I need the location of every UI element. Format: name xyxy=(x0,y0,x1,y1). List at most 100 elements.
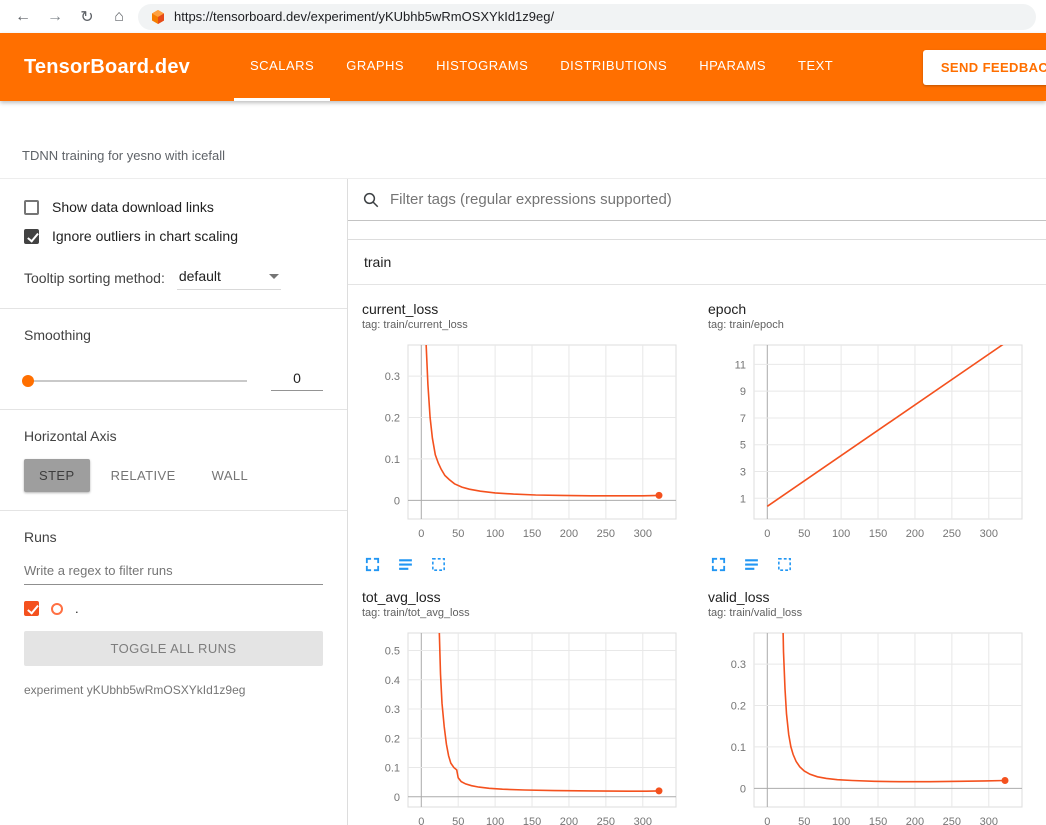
svg-text:50: 50 xyxy=(798,816,810,825)
svg-text:0.3: 0.3 xyxy=(385,371,400,383)
run-row[interactable]: . xyxy=(24,601,323,616)
expand-chart-icon[interactable] xyxy=(364,556,381,573)
chart-toolbar xyxy=(708,550,1026,579)
svg-text:0: 0 xyxy=(394,792,400,804)
tag-group-train: train current_losstag: train/current_los… xyxy=(348,239,1046,825)
browser-toolbar: ← → ↻ ⌂ https://tensorboard.dev/experime… xyxy=(0,0,1046,33)
fit-domain-icon[interactable] xyxy=(430,556,447,573)
run-color-swatch xyxy=(51,603,63,615)
smoothing-slider[interactable] xyxy=(24,380,247,382)
forward-icon[interactable]: → xyxy=(42,8,68,26)
svg-text:300: 300 xyxy=(980,528,998,540)
svg-text:150: 150 xyxy=(523,528,541,540)
axis-button-wall[interactable]: WALL xyxy=(197,459,264,492)
svg-text:100: 100 xyxy=(832,816,850,825)
show-download-links-checkbox-row[interactable]: Show data download links xyxy=(24,199,323,215)
ignore-outliers-checkbox[interactable] xyxy=(24,229,39,244)
toggle-all-runs-button[interactable]: TOGGLE ALL RUNS xyxy=(24,631,323,666)
svg-text:0.2: 0.2 xyxy=(385,733,400,745)
sidebar-divider xyxy=(0,409,347,410)
tab-graphs[interactable]: GRAPHS xyxy=(330,33,420,101)
chart-card-epoch: epochtag: train/epoch0501001502002503001… xyxy=(708,301,1026,579)
show-download-links-label: Show data download links xyxy=(52,199,214,215)
svg-text:150: 150 xyxy=(523,816,541,825)
chart-grid: current_losstag: train/current_loss05010… xyxy=(348,285,1046,825)
tab-hparams[interactable]: HPARAMS xyxy=(683,33,782,101)
svg-text:200: 200 xyxy=(906,816,924,825)
svg-text:0.2: 0.2 xyxy=(385,413,400,425)
app-header: TensorBoard.dev SCALARSGRAPHSHISTOGRAMSD… xyxy=(0,33,1046,101)
svg-text:50: 50 xyxy=(452,816,464,825)
axis-button-relative[interactable]: RELATIVE xyxy=(96,459,191,492)
svg-text:11: 11 xyxy=(735,359,746,371)
svg-text:200: 200 xyxy=(560,528,578,540)
tag-group-header[interactable]: train xyxy=(348,240,1046,285)
chart-plot-valid_loss[interactable]: 05010015020025030000.10.20.3 xyxy=(708,627,1026,825)
runs-filter-input[interactable] xyxy=(24,557,323,585)
chart-tag: tag: train/tot_avg_loss xyxy=(362,607,680,619)
show-download-links-checkbox[interactable] xyxy=(24,200,39,215)
svg-text:0: 0 xyxy=(418,528,424,540)
main-panel: train current_losstag: train/current_los… xyxy=(348,179,1046,825)
nav-tabs: SCALARSGRAPHSHISTOGRAMSDISTRIBUTIONSHPAR… xyxy=(234,33,849,101)
svg-text:100: 100 xyxy=(486,816,504,825)
svg-text:0: 0 xyxy=(418,816,424,825)
tensorboard-logo: TensorBoard.dev xyxy=(0,56,190,79)
content: Show data download links Ignore outliers… xyxy=(0,179,1046,825)
fit-domain-icon[interactable] xyxy=(776,556,793,573)
svg-text:200: 200 xyxy=(906,528,924,540)
tab-text[interactable]: TEXT xyxy=(782,33,849,101)
address-bar[interactable]: https://tensorboard.dev/experiment/yKUbh… xyxy=(138,4,1036,30)
chart-plot-tot_avg_loss[interactable]: 05010015020025030000.10.20.30.40.5 xyxy=(362,627,680,825)
search-icon xyxy=(362,191,380,209)
url-text: https://tensorboard.dev/experiment/yKUbh… xyxy=(174,9,554,24)
tab-distributions[interactable]: DISTRIBUTIONS xyxy=(544,33,683,101)
chart-tag: tag: train/current_loss xyxy=(362,319,680,331)
experiment-title-bar: TDNN training for yesno with icefall xyxy=(0,101,1046,179)
svg-text:50: 50 xyxy=(798,528,810,540)
run-label: . xyxy=(75,601,79,616)
expand-chart-icon[interactable] xyxy=(710,556,727,573)
chart-plot-current_loss[interactable]: 05010015020025030000.10.20.3 xyxy=(362,339,680,550)
tag-filter-input[interactable] xyxy=(390,191,1032,208)
chevron-down-icon xyxy=(269,274,279,279)
svg-text:250: 250 xyxy=(597,816,615,825)
svg-text:0.1: 0.1 xyxy=(385,763,400,775)
svg-text:0.4: 0.4 xyxy=(385,675,400,687)
chart-title: epoch xyxy=(708,301,1026,317)
svg-text:7: 7 xyxy=(740,413,746,425)
tab-histograms[interactable]: HISTOGRAMS xyxy=(420,33,544,101)
chart-card-valid_loss: valid_losstag: train/valid_loss050100150… xyxy=(708,589,1026,825)
runs-label: Runs xyxy=(24,529,323,545)
chart-plot-epoch[interactable]: 0501001502002503001357911 xyxy=(708,339,1026,550)
svg-text:0: 0 xyxy=(764,816,770,825)
svg-text:9: 9 xyxy=(740,386,746,398)
reload-icon[interactable]: ↻ xyxy=(74,7,100,27)
svg-text:200: 200 xyxy=(560,816,578,825)
svg-text:100: 100 xyxy=(486,528,504,540)
svg-text:0.1: 0.1 xyxy=(731,742,746,754)
toggle-y-axis-icon[interactable] xyxy=(743,556,760,573)
send-feedback-button[interactable]: SEND FEEDBACK xyxy=(923,50,1046,85)
horizontal-axis-label: Horizontal Axis xyxy=(24,428,323,444)
run-checkbox[interactable] xyxy=(24,601,39,616)
back-icon[interactable]: ← xyxy=(10,8,36,26)
svg-text:250: 250 xyxy=(943,528,961,540)
home-icon[interactable]: ⌂ xyxy=(106,8,132,26)
svg-text:0.1: 0.1 xyxy=(385,454,400,466)
smoothing-value[interactable]: 0 xyxy=(271,370,323,391)
tab-scalars[interactable]: SCALARS xyxy=(234,33,330,101)
sidebar-divider xyxy=(0,510,347,511)
ignore-outliers-checkbox-row[interactable]: Ignore outliers in chart scaling xyxy=(24,228,323,244)
svg-text:0: 0 xyxy=(740,783,746,795)
axis-button-step[interactable]: STEP xyxy=(24,459,90,492)
svg-text:300: 300 xyxy=(634,528,652,540)
svg-text:3: 3 xyxy=(740,466,746,478)
tooltip-sorting-select[interactable]: default xyxy=(177,266,281,290)
svg-text:0: 0 xyxy=(764,528,770,540)
toggle-y-axis-icon[interactable] xyxy=(397,556,414,573)
smoothing-slider-thumb[interactable] xyxy=(22,375,34,387)
svg-text:100: 100 xyxy=(832,528,850,540)
svg-text:150: 150 xyxy=(869,528,887,540)
svg-text:250: 250 xyxy=(943,816,961,825)
